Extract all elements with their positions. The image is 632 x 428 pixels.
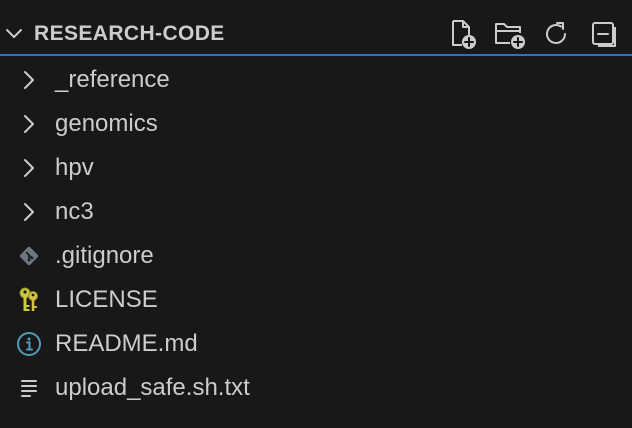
collapse-all-icon	[592, 22, 616, 47]
tree-item-label: hpv	[55, 154, 94, 181]
tree-item-file[interactable]: .gitignore	[0, 233, 632, 277]
info-icon	[16, 331, 42, 357]
file-tree: _reference genomics hpv nc3 .gitignore L…	[0, 57, 632, 409]
tree-item-file[interactable]: README.md	[0, 321, 632, 365]
tree-item-label: README.md	[55, 330, 198, 357]
tree-item-label: upload_safe.sh.txt	[55, 374, 250, 401]
tree-item-file[interactable]: upload_safe.sh.txt	[0, 365, 632, 409]
chevron-right-icon[interactable]	[16, 155, 42, 181]
tree-item-label: LICENSE	[55, 286, 158, 313]
refresh-icon	[546, 22, 566, 44]
explorer-actions	[444, 16, 623, 52]
new-folder-icon	[495, 23, 525, 49]
chevron-right-icon[interactable]	[16, 111, 42, 137]
collapse-all-button[interactable]	[585, 16, 623, 52]
tree-item-folder[interactable]: hpv	[0, 145, 632, 189]
chevron-right-icon[interactable]	[16, 199, 42, 225]
tree-item-folder[interactable]: nc3	[0, 189, 632, 233]
tree-item-folder[interactable]: _reference	[0, 57, 632, 101]
text-file-icon	[16, 375, 42, 401]
tree-item-folder[interactable]: genomics	[0, 101, 632, 145]
tree-item-label: _reference	[55, 66, 170, 93]
refresh-button[interactable]	[538, 16, 576, 52]
chevron-down-icon[interactable]	[4, 24, 24, 44]
explorer-header[interactable]: RESEARCH-CODE	[0, 0, 632, 56]
git-icon	[16, 243, 42, 269]
license-key-icon	[16, 287, 42, 313]
explorer-title: RESEARCH-CODE	[34, 22, 225, 45]
tree-item-label: .gitignore	[55, 242, 154, 269]
new-file-button[interactable]	[444, 16, 482, 52]
new-file-icon	[452, 20, 476, 49]
tree-item-label: nc3	[55, 198, 94, 225]
new-folder-button[interactable]	[491, 16, 529, 52]
explorer-panel: RESEARCH-CODE _reference genomics hpv nc…	[0, 0, 632, 428]
tree-item-label: genomics	[55, 110, 158, 137]
tree-item-file[interactable]: LICENSE	[0, 277, 632, 321]
chevron-right-icon[interactable]	[16, 67, 42, 93]
